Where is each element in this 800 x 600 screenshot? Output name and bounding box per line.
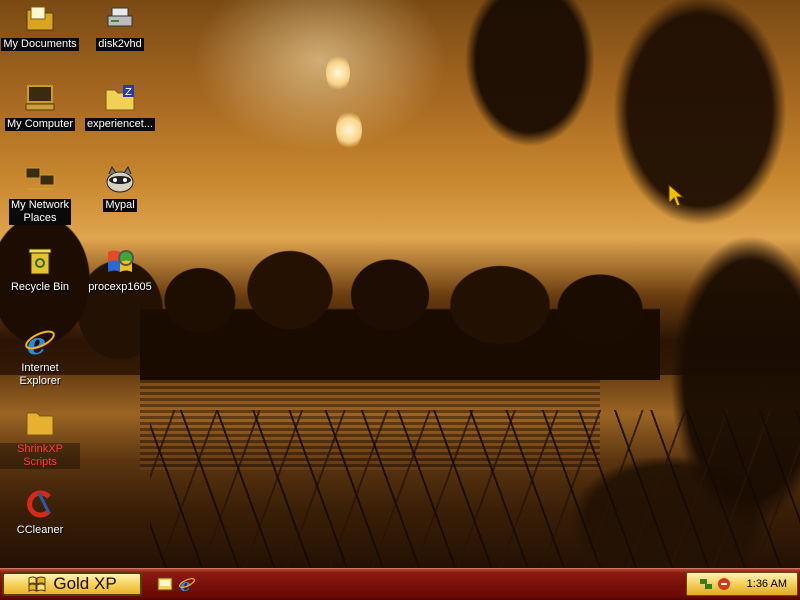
desktop-icon-experiencet[interactable]: Z experiencet... xyxy=(80,82,160,131)
zip-folder-icon: Z xyxy=(104,82,136,114)
computer-icon xyxy=(24,82,56,114)
desktop-icon-label: Internet Explorer xyxy=(19,362,61,387)
ie-icon[interactable]: e xyxy=(178,575,196,593)
desktop-icon-label: Recycle Bin xyxy=(10,281,70,293)
desktop-icon-label: ShrinkXP Scripts xyxy=(0,443,80,469)
ccleaner-icon xyxy=(24,488,56,520)
desktop-icon-my-computer[interactable]: My Computer xyxy=(0,82,80,131)
desktop-icon-disk2vhd[interactable]: disk2vhd xyxy=(80,2,160,51)
ie-icon: e xyxy=(24,326,56,358)
network-tray-icon[interactable] xyxy=(699,577,713,591)
desktop[interactable]: My Documents disk2vhd My Computer Z expe… xyxy=(0,0,800,568)
desktop-icon-label: experiencet... xyxy=(84,118,156,131)
desktop-icon-label: My Network Places xyxy=(8,199,72,225)
taskbar: Gold XP e 1:36 AM xyxy=(0,568,800,600)
wallpaper-sun-glare xyxy=(326,54,350,92)
desktop-icon-ccleaner[interactable]: CCleaner xyxy=(0,488,80,537)
folder-icon xyxy=(24,407,56,439)
desktop-icon-recycle-bin[interactable]: Recycle Bin xyxy=(0,245,80,294)
network-icon xyxy=(24,163,56,195)
process-explorer-icon xyxy=(104,245,136,277)
desktop-icon-label: CCleaner xyxy=(16,524,64,536)
security-tray-icon[interactable] xyxy=(717,577,731,591)
desktop-icon-mypal[interactable]: Mypal xyxy=(80,163,160,212)
desktop-icon-procexp1605[interactable]: procexp1605 xyxy=(80,245,160,294)
show-desktop-icon[interactable] xyxy=(156,575,174,593)
start-button[interactable]: Gold XP xyxy=(2,572,142,596)
desktop-icon-label: My Computer xyxy=(4,118,76,131)
desktop-icon-my-network-places[interactable]: My Network Places xyxy=(0,163,80,225)
desktop-icon-shrinkxp-scripts[interactable]: ShrinkXP Scripts xyxy=(0,407,80,469)
drive-icon xyxy=(104,2,136,34)
start-button-label: Gold XP xyxy=(53,574,117,593)
svg-text:Z: Z xyxy=(125,87,132,98)
desktop-icon-my-documents[interactable]: My Documents xyxy=(0,2,80,51)
system-tray: 1:36 AM xyxy=(686,572,798,596)
mouse-cursor-icon xyxy=(668,184,684,207)
wallpaper-sun-glare xyxy=(336,110,362,150)
desktop-icon-label: My Documents xyxy=(1,38,79,51)
raccoon-icon xyxy=(104,163,136,195)
start-flag-icon xyxy=(28,576,46,592)
desktop-icon-label: disk2vhd xyxy=(96,38,144,51)
desktop-icon-label: procexp1605 xyxy=(88,281,152,293)
desktop-icon-label: Mypal xyxy=(103,199,137,212)
recycle-bin-icon xyxy=(24,245,56,277)
folder-icon xyxy=(24,2,56,34)
wallpaper-reeds xyxy=(150,410,800,568)
desktop-icon-internet-explorer[interactable]: e Internet Explorer xyxy=(0,326,80,388)
clock[interactable]: 1:36 AM xyxy=(747,578,787,590)
